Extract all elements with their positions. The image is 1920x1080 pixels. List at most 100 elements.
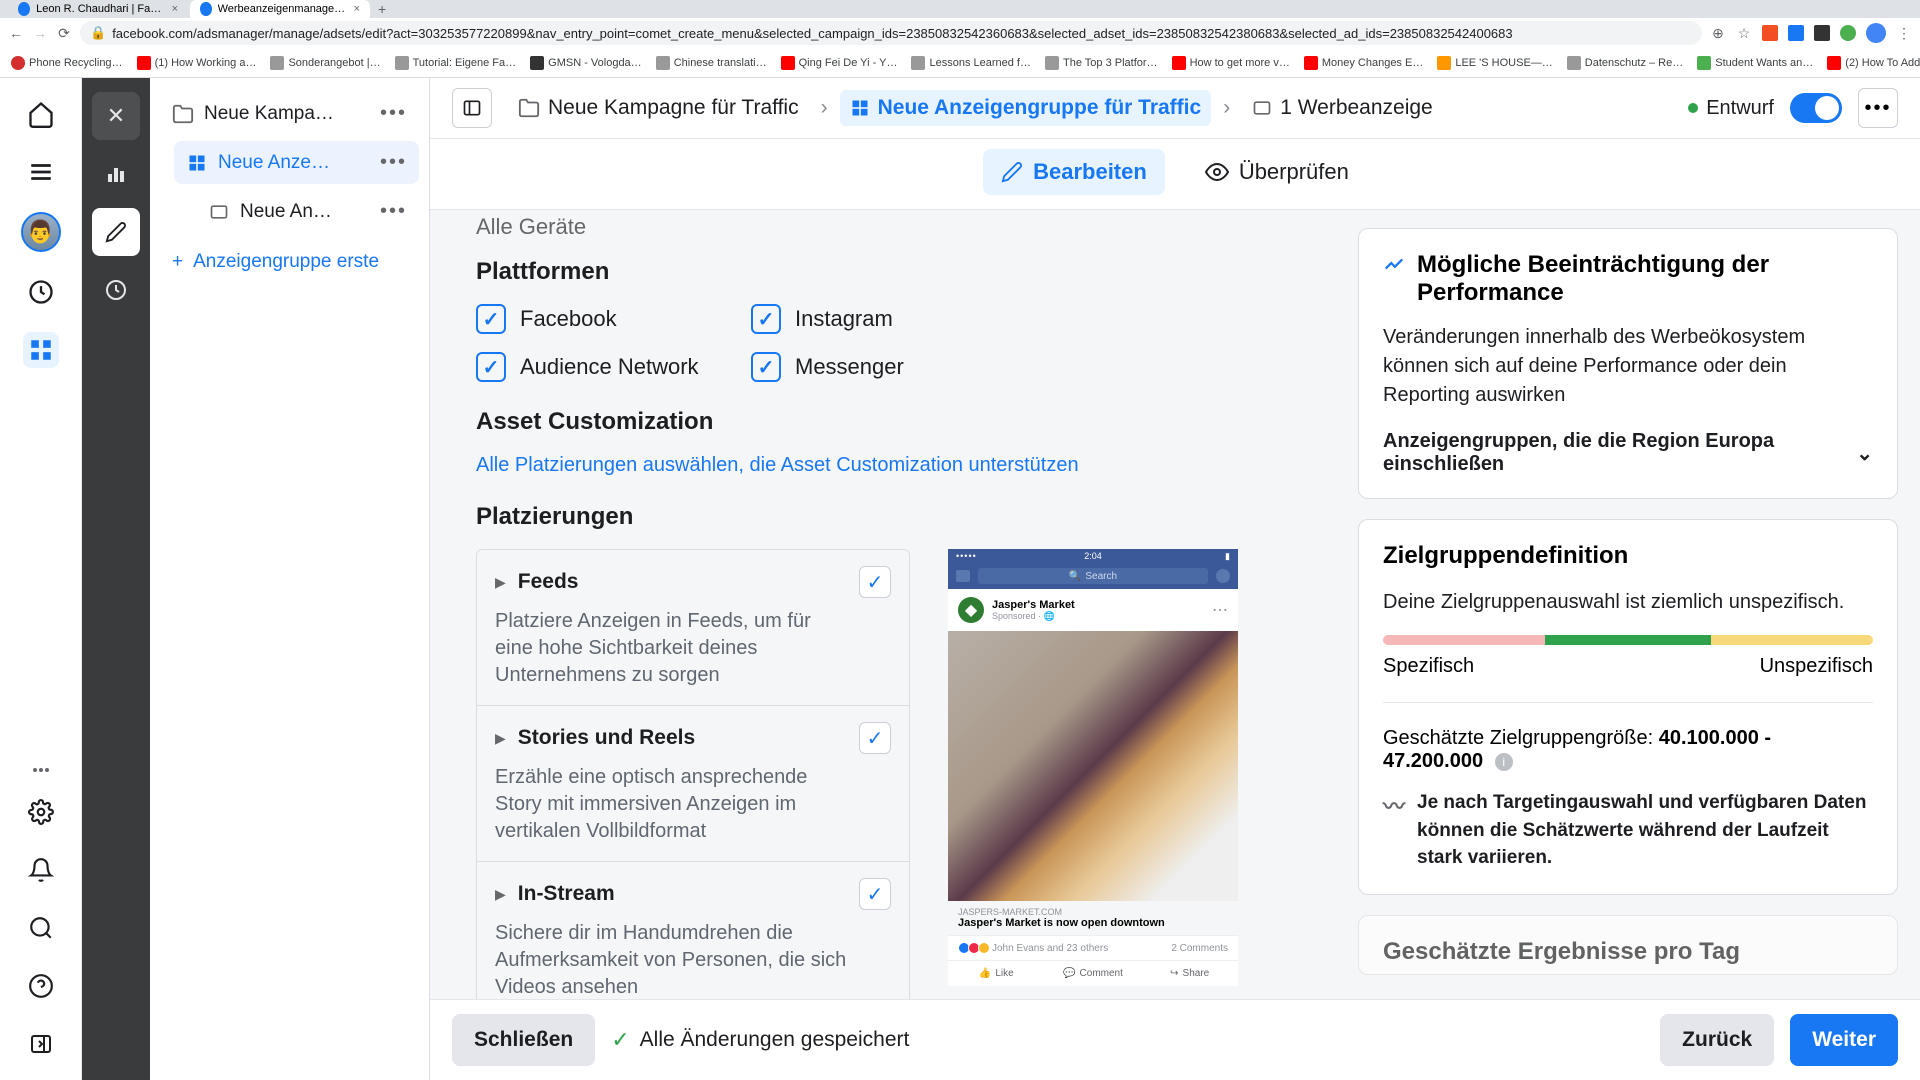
back-button[interactable]: Zurück [1660,1014,1774,1066]
topbar: Neue Kampagne für Traffic › Neue Anzeige… [430,78,1920,139]
asset-customization-link[interactable]: Alle Platzierungen auswählen, die Asset … [476,454,1336,477]
profile-avatar[interactable]: 👨 [21,212,61,252]
wow-reaction-icon [978,942,990,954]
folder-icon [518,97,540,119]
menu-icon[interactable]: ⋮ [1896,25,1912,41]
bookmark-item[interactable]: GMSN - Vologda… [525,53,647,73]
bookmark-item[interactable]: Qing Fei De Yi - Y… [776,53,903,73]
close-button[interactable]: Schließen [452,1014,595,1066]
browser-tab-active[interactable]: Werbeanzeigenmanager - We… × [190,0,370,18]
campaign-tree: Neue Kampa… ••• Neue Anze… ••• Neue An… … [150,78,430,1080]
collapse-icon[interactable] [23,1026,59,1062]
bookmark-item[interactable]: Student Wants an… [1692,53,1818,73]
tree-adset[interactable]: Neue Anze… ••• [174,141,419,184]
chart-icon[interactable] [92,150,140,198]
breadcrumb: Neue Kampagne für Traffic › Neue Anzeige… [508,90,1672,126]
bookmark-item[interactable]: Lessons Learned f… [906,53,1036,73]
bookmark-item[interactable]: (1) How Working a… [132,53,262,73]
close-icon[interactable]: × [172,3,178,15]
chrome-profile-avatar[interactable] [1866,23,1886,43]
bookmark-item[interactable]: Chinese translati… [651,53,772,73]
placement-checkbox[interactable]: ✓ [859,566,891,598]
tab-edit[interactable]: Bearbeiten [983,149,1165,195]
ads-manager-icon[interactable] [23,332,59,368]
check-icon: ✓ [611,1027,629,1053]
breadcrumb-ad[interactable]: 1 Werbeanzeige [1242,90,1443,126]
close-panel-button[interactable]: ✕ [92,92,140,140]
tree-campaign[interactable]: Neue Kampa… ••• [160,92,419,135]
platform-audience-network[interactable]: ✓Audience Network [476,352,721,382]
extension-icon[interactable] [1788,25,1804,41]
info-icon[interactable]: i [1495,753,1513,771]
forward-icon[interactable]: → [32,25,48,41]
page-name: Jasper's Market [992,599,1204,611]
placement-checkbox[interactable]: ✓ [859,722,891,754]
add-adset-button[interactable]: + Anzeigengruppe erste [160,239,419,285]
reload-icon[interactable]: ⟳ [56,25,72,41]
phone-search-bar: 🔍Search [948,563,1238,589]
bookmark-item[interactable]: Phone Recycling… [6,53,128,73]
close-icon[interactable]: × [354,3,360,15]
browser-tab[interactable]: Leon R. Chaudhari | Facebook × [8,0,188,18]
platform-instagram[interactable]: ✓Instagram [751,304,996,334]
trend-icon [1383,253,1405,275]
extension-icon[interactable] [1840,25,1856,41]
bell-icon[interactable] [23,852,59,888]
gear-icon[interactable] [23,794,59,830]
phone-statusbar: ••••• 2:04 ▮ [948,549,1238,563]
menu-icon[interactable] [23,154,59,190]
share-icon: ↪ [1170,968,1178,979]
breadcrumb-adset[interactable]: Neue Anzeigengruppe für Traffic [840,90,1212,126]
history-icon[interactable] [92,266,140,314]
url-bar[interactable]: 🔒 facebook.com/adsmanager/manage/adsets/… [80,21,1702,45]
edit-icon[interactable] [92,208,140,256]
subtabs: Bearbeiten Überprüfen [430,139,1920,210]
bookmark-item[interactable]: Sonderangebot |… [265,53,385,73]
bookmark-item[interactable]: How to get more v… [1167,53,1295,73]
more-icon[interactable]: ••• [380,102,407,125]
panel-toggle-button[interactable] [452,88,492,128]
home-icon[interactable] [23,96,59,132]
more-icon[interactable]: ••• [380,151,407,174]
tab-bar: Leon R. Chaudhari | Facebook × Werbeanze… [0,0,1920,18]
back-icon[interactable]: ← [8,25,24,41]
share-icon[interactable]: ☆ [1736,25,1752,41]
placement-checkbox[interactable]: ✓ [859,878,891,910]
search-icon[interactable] [23,910,59,946]
platform-grid: ✓Facebook ✓Instagram ✓Audience Network ✓… [476,304,996,382]
placement-instream[interactable]: ▶ In-Stream ✓ Sichere dir im Handumdrehe… [477,862,909,999]
bookmark-item[interactable]: The Top 3 Platfor… [1040,53,1163,73]
fluctuate-icon: 〰 [1383,791,1405,872]
gauge-icon[interactable] [23,274,59,310]
bookmark-item[interactable]: Money Changes E… [1299,53,1429,73]
placement-feeds[interactable]: ▶ Feeds ✓ Platziere Anzeigen in Feeds, u… [477,550,909,706]
help-icon[interactable] [23,968,59,1004]
chevron-right-icon: › [821,96,828,120]
breadcrumb-campaign[interactable]: Neue Kampagne für Traffic [508,90,809,126]
extension-icon[interactable] [1814,25,1830,41]
tab-review[interactable]: Überprüfen [1187,149,1367,195]
platform-facebook[interactable]: ✓Facebook [476,304,721,334]
bookmark-item[interactable]: (2) How To Add A… [1822,53,1920,73]
right-rail: Mögliche Beeinträchtigung der Performanc… [1358,210,1898,999]
tree-label: Neue Kampa… [204,103,370,125]
main-panel: Neue Kampagne für Traffic › Neue Anzeige… [430,78,1920,1080]
tree-ad[interactable]: Neue An… ••• [196,190,419,233]
share-button: ↪Share [1141,961,1238,986]
nav-bar: ← → ⟳ 🔒 facebook.com/adsmanager/manage/a… [0,18,1920,48]
chevron-right-icon: › [1223,96,1230,120]
collapse-toggle[interactable]: Anzeigengruppen, die die Region Europa e… [1383,430,1873,476]
bookmark-item[interactable]: LEE 'S HOUSE—… [1432,53,1557,73]
zoom-icon[interactable]: ⊕ [1710,25,1726,41]
placement-stories-reels[interactable]: ▶ Stories und Reels ✓ Erzähle eine optis… [477,706,909,862]
bookmark-item[interactable]: Datenschutz – Re… [1562,53,1688,73]
bookmark-item[interactable]: Tutorial: Eigene Fa… [390,53,522,73]
new-tab-button[interactable]: + [378,1,386,17]
more-icon[interactable]: ••• [380,200,407,223]
next-button[interactable]: Weiter [1790,1014,1898,1066]
publish-toggle[interactable] [1790,93,1842,123]
more-button[interactable]: ••• [1858,88,1898,128]
extension-icon[interactable] [1762,25,1778,41]
post-more-icon: ⋯ [1212,600,1228,620]
platform-messenger[interactable]: ✓Messenger [751,352,996,382]
